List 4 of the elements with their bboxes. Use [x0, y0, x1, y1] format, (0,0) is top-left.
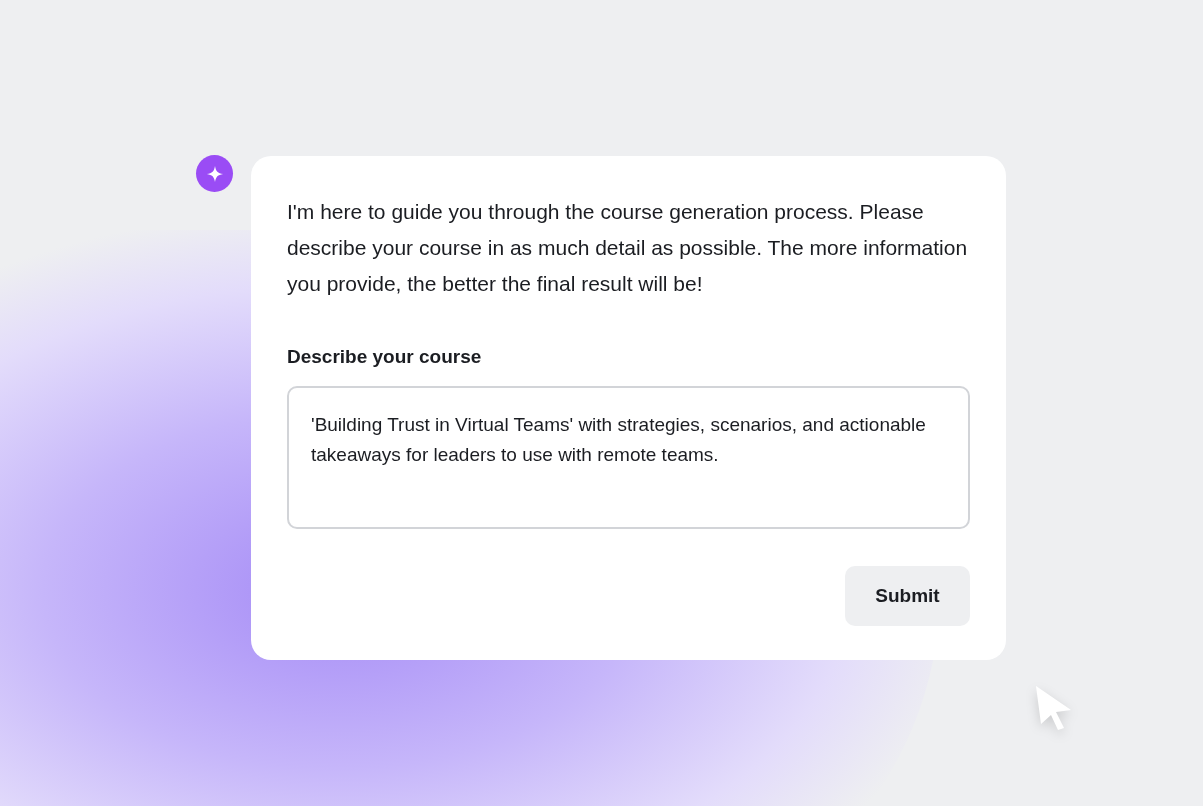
course-description-field[interactable]: 'Building Trust in Virtual Teams' with strategies, scenarios, and actionable takeaways for leaders to use with remote teams. [287, 386, 970, 529]
submit-button[interactable]: Submit [845, 566, 970, 626]
field-label: Describe your course [287, 345, 483, 369]
assistant-message: I'm here to guide you through the course generation process. Please describe your course in as much detail as possible. The more information you provide, the better the final result will be! [287, 199, 969, 297]
